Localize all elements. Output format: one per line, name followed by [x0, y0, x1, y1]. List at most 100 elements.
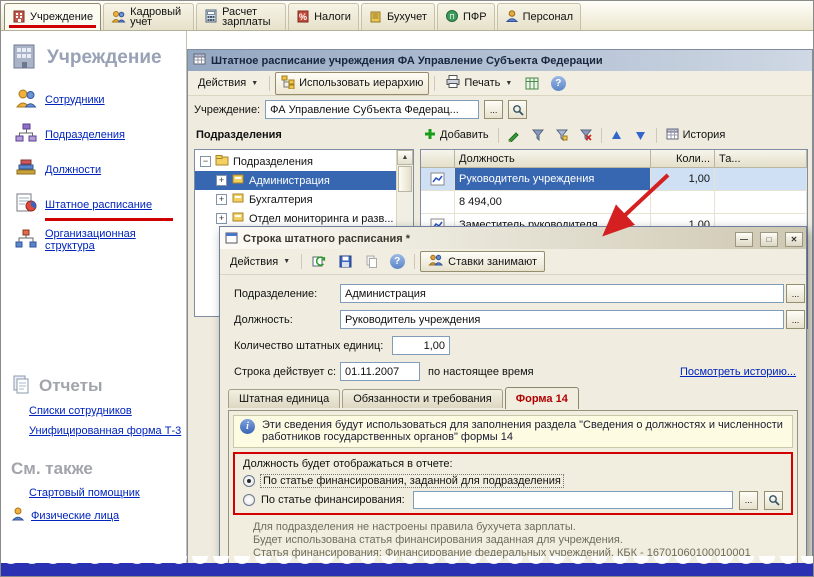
maximize-button[interactable]: □: [760, 232, 778, 247]
row-chart-icon: [421, 168, 455, 190]
filter-settings-button[interactable]: [550, 124, 574, 146]
use-hierarchy-button[interactable]: Использовать иерархию: [275, 72, 429, 95]
sidebar-item-org-structure[interactable]: Организационная структура: [1, 222, 186, 258]
chevron-down-icon: ▼: [505, 80, 512, 87]
move-down-button[interactable]: [629, 124, 653, 146]
dialog-titlebar[interactable]: Строка штатного расписания * — □ ✕: [220, 227, 806, 249]
save-button[interactable]: [333, 251, 357, 273]
rates-occupied-button[interactable]: Ставки занимают: [420, 251, 545, 272]
tab-form-14[interactable]: Форма 14: [505, 387, 579, 409]
date-label: Строка действует с:: [234, 366, 336, 378]
close-button[interactable]: ✕: [785, 232, 803, 247]
tree-node-accounting[interactable]: + Бухгалтерия: [195, 190, 397, 209]
table-row[interactable]: Руководитель учреждения 1,00: [421, 168, 807, 191]
expand-icon[interactable]: +: [216, 194, 227, 205]
sidebar-reports-section: Отчеты Списки сотрудников Унифицированна…: [1, 368, 186, 441]
tab-accounting[interactable]: Бухучет: [361, 3, 435, 30]
position-input[interactable]: Руководитель учреждения: [340, 310, 784, 329]
sidebar-link-employee-lists[interactable]: Списки сотрудников: [1, 401, 186, 421]
open-button[interactable]: [508, 100, 527, 119]
table-icon: [193, 53, 206, 68]
scroll-thumb[interactable]: [398, 166, 412, 192]
taxes-tab-icon: %: [296, 9, 310, 25]
staffing-window-title: Штатное расписание учреждения ФА Управле…: [211, 55, 603, 67]
tab-taxes[interactable]: % Налоги: [288, 3, 359, 30]
cell-rate: [715, 191, 807, 213]
column-header-qty[interactable]: Коли...: [651, 150, 715, 168]
cell-position: Руководитель учреждения: [455, 168, 651, 190]
qty-input[interactable]: 1,00: [392, 336, 450, 355]
table-row[interactable]: 8 494,00: [421, 191, 807, 214]
column-header-icon[interactable]: [421, 150, 455, 168]
tab-institution[interactable]: Учреждение: [4, 3, 101, 30]
radio-option-by-department[interactable]: По статье финансирования, заданной для п…: [243, 473, 783, 489]
pfr-tab-icon: П: [445, 9, 459, 25]
tab-hr[interactable]: Кадровый учет: [103, 3, 194, 30]
scroll-up-button[interactable]: ▲: [397, 150, 413, 165]
radio-selected-icon[interactable]: [243, 475, 255, 487]
toolbar-separator: [269, 76, 270, 91]
department-input[interactable]: Администрация: [340, 284, 784, 303]
sidebar-item-departments[interactable]: Подразделения: [1, 117, 186, 152]
add-button[interactable]: Добавить: [418, 125, 495, 146]
column-header-rate[interactable]: Та...: [715, 150, 807, 168]
history-button[interactable]: История: [660, 125, 732, 146]
help-button[interactable]: ?: [546, 72, 570, 94]
print-button[interactable]: Печать▼: [440, 72, 518, 94]
close-icon: ✕: [791, 235, 798, 244]
position-choose-button[interactable]: ...: [786, 310, 805, 329]
sidebar-link-start-assistant[interactable]: Стартовый помощник: [1, 483, 186, 503]
edit-button[interactable]: [502, 124, 526, 146]
department-icon: [231, 211, 245, 226]
collapse-icon[interactable]: −: [200, 156, 211, 167]
sidebar-link-individuals[interactable]: Физические лица: [1, 503, 186, 528]
printer-icon: [446, 75, 460, 91]
department-choose-button[interactable]: ...: [786, 284, 805, 303]
expand-icon[interactable]: +: [216, 213, 227, 224]
tab-duties[interactable]: Обязанности и требования: [342, 389, 503, 408]
qty-label: Количество штатных единиц:: [234, 340, 383, 352]
ellipsis-icon: ...: [792, 291, 800, 297]
sidebar-link-label: Организационная структура: [45, 228, 171, 252]
radio-label: По статье финансирования:: [261, 494, 405, 506]
view-history-link[interactable]: Посмотреть историю...: [680, 366, 796, 378]
move-up-button[interactable]: [605, 124, 629, 146]
filter-button[interactable]: [526, 124, 550, 146]
actions-button[interactable]: Действия▼: [192, 74, 264, 92]
sidebar-link-unified-form[interactable]: Унифицированная форма Т-3: [1, 421, 186, 441]
clear-filter-button[interactable]: [574, 124, 598, 146]
copy-button[interactable]: [359, 251, 383, 273]
tab-staff-unit[interactable]: Штатная единица: [228, 389, 340, 408]
tree-node-root[interactable]: − Подразделения: [195, 152, 397, 171]
copy-icon: [365, 255, 378, 268]
radio-option-by-item[interactable]: По статье финансирования: ...: [243, 492, 783, 508]
column-header-position[interactable]: Должность: [455, 150, 651, 168]
tab-pfr[interactable]: П ПФР: [437, 3, 495, 30]
dialog-tabs: Штатная единица Обязанности и требования…: [228, 387, 581, 408]
radio-icon[interactable]: [243, 494, 255, 506]
see-also-title: См. также: [11, 459, 93, 479]
dialog-help-button[interactable]: ?: [385, 251, 409, 273]
financing-choose-button[interactable]: ...: [739, 491, 758, 510]
dialog-actions-button[interactable]: Действия▼: [224, 253, 296, 271]
expand-icon[interactable]: +: [216, 175, 227, 186]
minimize-button[interactable]: —: [735, 232, 753, 247]
sidebar-item-positions[interactable]: Должности: [1, 152, 186, 187]
export-table-icon: [525, 77, 539, 90]
tree-node-administration[interactable]: + Администрация: [195, 171, 397, 190]
reread-button[interactable]: [307, 251, 331, 273]
export-table-button[interactable]: [520, 72, 544, 94]
date-input[interactable]: 01.11.2007: [340, 362, 420, 381]
financing-open-button[interactable]: [764, 491, 783, 510]
funnel-icon: [532, 129, 544, 141]
tab-payroll[interactable]: Расчет зарплаты: [196, 3, 286, 30]
choose-button[interactable]: ...: [484, 100, 503, 119]
radio-label: По статье финансирования, заданной для п…: [261, 475, 563, 487]
sidebar-see-also-section: См. также Стартовый помощник Физические …: [1, 453, 186, 528]
financing-item-input[interactable]: [413, 491, 733, 509]
department-label: Подразделение:: [234, 288, 317, 300]
tab-personnel[interactable]: Персонал: [497, 3, 582, 30]
institution-input[interactable]: ФА Управление Субъекта Федерац...: [265, 100, 479, 119]
sidebar-item-staffing[interactable]: Штатное расписание: [1, 187, 186, 222]
sidebar-item-employees[interactable]: Сотрудники: [1, 82, 186, 117]
